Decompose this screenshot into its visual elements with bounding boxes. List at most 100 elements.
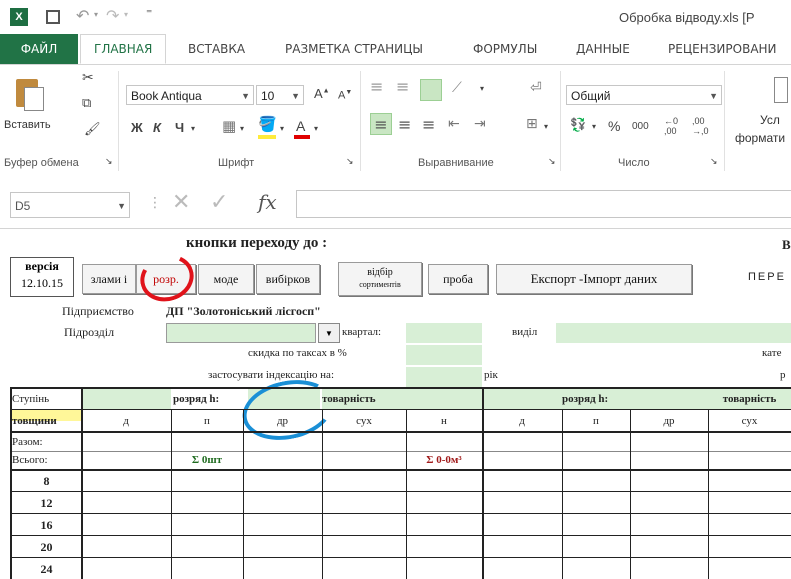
accounting-format-icon[interactable]: 💱 — [570, 119, 586, 132]
align-middle-icon[interactable]: ≡ — [396, 79, 409, 95]
paste-button-label[interactable]: Вставить — [4, 119, 51, 131]
save-icon[interactable] — [46, 10, 60, 24]
orientation-dropdown-icon[interactable]: ▾ — [480, 85, 484, 93]
tab-page-layout[interactable]: РАЗМЕТКА СТРАНИЦЫ — [285, 42, 423, 56]
borders-icon[interactable]: ▦ — [222, 119, 236, 134]
col-dry-2: сух — [741, 415, 758, 427]
align-bottom-icon[interactable] — [420, 79, 442, 101]
increase-decimal-icon[interactable]: ←0,00 — [664, 116, 678, 137]
nav-button-breaks[interactable]: злами і — [82, 264, 136, 294]
decrease-decimal-icon[interactable]: ,00 →,0 — [692, 116, 709, 137]
font-color-dropdown-icon[interactable]: ▾ — [314, 125, 318, 133]
name-box[interactable]: D5 ▼ — [10, 192, 130, 218]
align-left-icon[interactable]: ≡ — [370, 113, 392, 135]
redo-icon[interactable]: ↷ — [106, 6, 119, 25]
subdivision-dropdown-button[interactable]: ▼ — [318, 323, 340, 343]
chevron-down-icon: ▼ — [241, 91, 250, 101]
bold-button[interactable]: Ж — [131, 121, 143, 134]
align-center-icon[interactable]: ≡ — [398, 117, 411, 133]
number-format-value: Общий — [571, 89, 611, 103]
header-thickness: товщини — [12, 415, 57, 427]
ribbon-tabs: ФАЙЛ ГЛАВНАЯ ВСТАВКА РАЗМЕТКА СТРАНИЦЫ Ф… — [0, 34, 791, 65]
sum-volume: Σ 0-0м³ — [426, 454, 462, 466]
copy-icon[interactable]: ⧉ — [82, 97, 91, 110]
excel-icon[interactable]: X — [10, 8, 28, 26]
customize-qat-icon[interactable]: ⁼ — [146, 6, 152, 20]
category-label: кате — [762, 347, 782, 359]
thickness-16: 16 — [40, 517, 53, 532]
title-bar: X ↶ ▾ ↷ ▾ ⁼ Обробка відводу.xls [P — [0, 0, 791, 34]
font-group-label: Шрифт — [218, 157, 255, 169]
cut-icon[interactable]: ✂ — [82, 71, 94, 85]
chevron-down-icon: ▼ — [291, 91, 300, 101]
decrease-indent-icon[interactable]: ⇤ — [448, 117, 460, 131]
thousands-button[interactable]: 000 — [632, 122, 649, 132]
orientation-icon[interactable]: ⟋ — [452, 81, 462, 95]
grow-font-icon[interactable]: A▲ — [314, 87, 330, 100]
formula-input[interactable] — [296, 190, 791, 218]
cancel-icon[interactable]: ✕ — [172, 192, 190, 214]
tab-home-border — [80, 34, 166, 64]
underline-button[interactable]: Ч — [175, 121, 184, 134]
tab-insert[interactable]: ВСТАВКА — [188, 42, 245, 56]
undo-icon[interactable]: ↶ — [76, 6, 89, 25]
col-n-1: н — [441, 415, 447, 427]
font-color-icon[interactable]: A — [296, 119, 305, 133]
fill-dropdown-icon[interactable]: ▾ — [280, 125, 284, 133]
discount-input[interactable] — [406, 345, 482, 365]
align-top-icon[interactable]: ≡ — [370, 79, 383, 95]
font-size-combo[interactable]: 10 ▼ — [256, 85, 304, 105]
nav-button-selective[interactable]: вибірков — [256, 264, 320, 294]
chevron-down-icon: ▼ — [117, 201, 126, 211]
accounting-dropdown-icon[interactable]: ▾ — [592, 123, 596, 131]
font-launcher-icon[interactable]: ↘ — [346, 158, 354, 167]
header1-fill-a — [81, 389, 171, 409]
conditional-format-label-2[interactable]: формати — [735, 131, 785, 145]
italic-button[interactable]: К — [153, 121, 161, 134]
number-launcher-icon[interactable]: ↘ — [710, 158, 718, 167]
index-input[interactable] — [406, 367, 482, 387]
header-rank-1-text: розряд h: — [173, 393, 220, 405]
quarter-label: квартал: — [342, 326, 382, 338]
underline-dropdown-icon[interactable]: ▾ — [191, 125, 195, 133]
insert-function-icon[interactable]: fx — [258, 192, 277, 212]
merge-dropdown-icon[interactable]: ▾ — [544, 123, 548, 131]
nav-button-assortment[interactable]: відбір сортиментів — [338, 262, 422, 296]
nav-button-sample[interactable]: проба — [428, 264, 488, 294]
undo-dropdown-icon[interactable]: ▾ — [94, 10, 98, 19]
wrap-text-icon[interactable]: ⏎ — [530, 81, 542, 95]
merge-icon[interactable]: ⊞ — [526, 117, 538, 131]
conditional-format-icon[interactable] — [774, 77, 788, 103]
fill-color-icon[interactable]: 🪣 — [258, 117, 277, 132]
redo-dropdown-icon[interactable]: ▾ — [124, 10, 128, 19]
tab-file[interactable]: ФАЙЛ — [0, 34, 78, 64]
number-format-combo[interactable]: Общий ▼ — [566, 85, 722, 105]
format-painter-icon[interactable]: 🖌 — [84, 123, 101, 136]
col-dr-1: др — [276, 415, 289, 427]
discount-label: скидка по таксах в % — [248, 347, 347, 359]
paste-icon[interactable] — [14, 73, 44, 111]
borders-dropdown-icon[interactable]: ▾ — [240, 125, 244, 133]
font-name-combo[interactable]: Book Antiqua ▼ — [126, 85, 254, 105]
align-launcher-icon[interactable]: ↘ — [548, 158, 556, 167]
thickness-24: 24 — [40, 561, 53, 576]
quarter-input[interactable] — [406, 323, 482, 343]
col-dry-1: сух — [356, 415, 372, 427]
tab-data[interactable]: ДАННЫЕ — [576, 42, 630, 56]
nav-button-model[interactable]: моде — [198, 264, 254, 294]
clipboard-launcher-icon[interactable]: ↘ — [105, 158, 113, 167]
formula-bar-grip-icon[interactable]: ⋮ — [148, 196, 162, 210]
align-right-icon[interactable]: ≡ — [422, 117, 435, 133]
tab-review[interactable]: РЕЦЕНЗИРОВАНИ — [668, 42, 777, 56]
conditional-format-label-1[interactable]: Усл — [760, 113, 780, 127]
shrink-font-icon[interactable]: A▼ — [338, 89, 352, 102]
section-input[interactable] — [556, 323, 791, 343]
increase-indent-icon[interactable]: ⇥ — [474, 117, 486, 131]
subdivision-input[interactable] — [166, 323, 316, 343]
header-marketability-2: товарність — [722, 393, 777, 405]
confirm-icon[interactable]: ✓ — [210, 192, 228, 214]
export-import-button[interactable]: Експорт -Імпорт даних — [496, 264, 692, 294]
clipboard-group-label: Буфер обмена — [4, 157, 79, 169]
tab-formulas[interactable]: ФОРМУЛЫ — [473, 42, 537, 56]
percent-button[interactable]: % — [608, 119, 620, 133]
